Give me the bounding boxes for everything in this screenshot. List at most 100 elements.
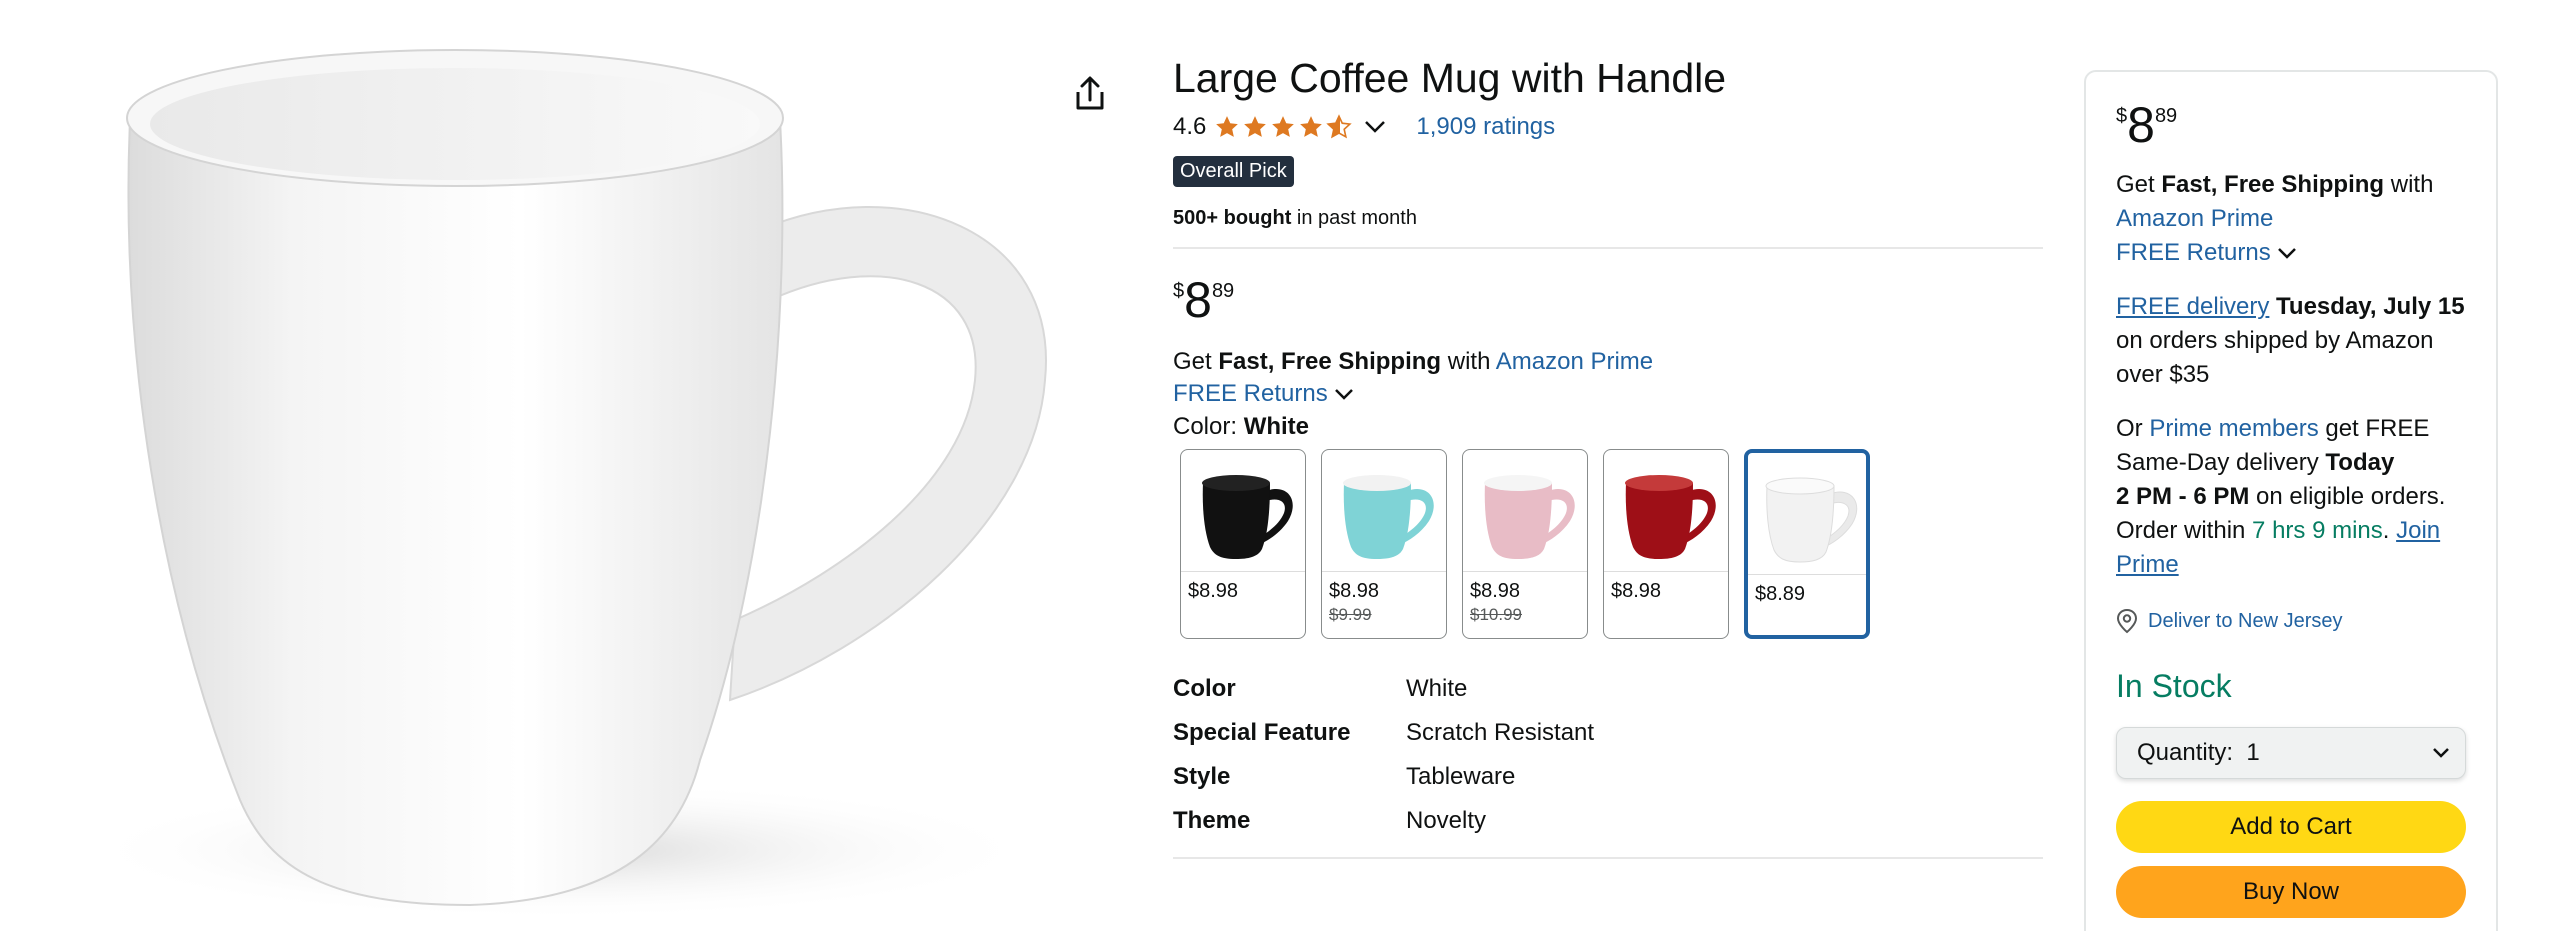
color-value: White <box>1243 413 1310 440</box>
swatch-price: $8.98 <box>1470 580 1521 602</box>
deliver-to-label: Deliver to New Jersey <box>2148 609 2343 632</box>
product-title: Large Coffee Mug with Handle <box>1173 55 1727 101</box>
swatch-price: $8.98 <box>1611 580 1662 602</box>
rating-row: 4.6 1,909 ratings <box>1173 110 2043 144</box>
deliver-to-link[interactable]: Deliver to New Jersey <box>2116 608 2466 634</box>
swatch-image <box>1181 450 1305 572</box>
spec-key: Color <box>1173 675 1236 702</box>
time-window: 2 PM - 6 PM <box>2116 483 2250 510</box>
product-details: Large Coffee Mug with Handle 4.6 1,909 r… <box>1173 50 2043 859</box>
spec-key: Style <box>1173 763 1231 790</box>
color-swatches: $8.98 $8.98 $9.99 $8.98 $10.99 $8.98 $8.… <box>1180 449 2043 639</box>
shipping-get: Get <box>2116 171 2162 198</box>
shipping-with: with <box>2384 171 2434 198</box>
swatch-image <box>1322 450 1446 572</box>
chevron-down-icon <box>1334 389 1353 400</box>
spec-row: Theme Novelty <box>1173 799 2043 843</box>
overall-pick-badge: Overall Pick <box>1173 156 1294 187</box>
swatch-image <box>1748 453 1866 575</box>
free-returns-label: FREE Returns <box>1173 380 1328 407</box>
quantity-text: Quantity: 1 <box>2137 739 2260 767</box>
swatch-price: $8.98 <box>1188 580 1239 602</box>
ratings-count-link[interactable]: 1,909 ratings <box>1416 113 1555 141</box>
delivery-info: FREE delivery Tuesday, July 15 on orders… <box>2116 290 2466 392</box>
bought-in-past-month: 500+ bought in past month <box>1173 207 2043 230</box>
price-fraction: 89 <box>2154 105 2178 127</box>
shipping-fast-free: Fast, Free Shipping <box>2161 171 2385 198</box>
shipping-with: with <box>1441 348 1496 375</box>
price-symbol: $ <box>1173 280 1185 302</box>
quantity-value: 1 <box>2246 739 2260 766</box>
spec-row: Color White <box>1173 667 2043 711</box>
color-selection: Color: White <box>1173 411 2043 443</box>
add-to-cart-button[interactable]: Add to Cart <box>2116 801 2466 853</box>
spec-value: Scratch Resistant <box>1406 719 1595 746</box>
swatch-black[interactable]: $8.98 <box>1180 449 1306 639</box>
color-label: Color: <box>1173 413 1244 440</box>
free-delivery-link[interactable]: FREE delivery <box>2116 293 2269 320</box>
product-image[interactable] <box>0 0 1060 931</box>
price: $ 8 89 <box>1173 275 2043 325</box>
swatch-image <box>1463 450 1587 572</box>
star-half-icon <box>1326 114 1353 139</box>
star-full-icon <box>1272 116 1295 137</box>
same-day-info: Or Prime members get FREE Same-Day deliv… <box>2116 412 2466 582</box>
swatch-turquoise[interactable]: $8.98 $9.99 <box>1321 449 1447 639</box>
shipping-fast-free: Fast, Free Shipping <box>1218 348 1442 375</box>
buy-box: $ 8 89 Get Fast, Free Shipping with Amaz… <box>2084 70 2498 931</box>
period-text: . <box>2382 517 2397 544</box>
chevron-down-icon <box>2433 748 2449 758</box>
swatch-pink[interactable]: $8.98 $10.99 <box>1462 449 1588 639</box>
buybox-price: $ 8 89 <box>2116 100 2466 150</box>
or-text: Or <box>2116 415 2150 442</box>
chevron-down-icon <box>2277 248 2296 259</box>
spec-value: Novelty <box>1406 807 1487 834</box>
prime-members-link[interactable]: Prime members <box>2149 415 2318 442</box>
today-text: Today <box>2325 449 2395 476</box>
quantity-select[interactable]: Quantity: 1 <box>2116 727 2466 779</box>
price-whole: 8 <box>2127 97 2155 153</box>
shipping-get: Get <box>1173 348 1219 375</box>
stock-status: In Stock <box>2116 668 2232 704</box>
delivery-date: Tuesday, July 15 <box>2276 293 2465 320</box>
shipping-info: Get Fast, Free Shipping with Amazon Prim… <box>1173 347 2043 377</box>
spec-key: Special Feature <box>1173 719 1351 746</box>
swatch-red[interactable]: $8.98 <box>1603 449 1729 639</box>
location-pin-icon <box>2116 608 2138 634</box>
swatch-image <box>1604 450 1728 572</box>
spec-value: Tableware <box>1406 763 1516 790</box>
swatch-white[interactable]: $8.89 <box>1744 449 1870 639</box>
free-returns-link[interactable]: FREE Returns <box>2116 236 2466 270</box>
free-returns-link[interactable]: FREE Returns <box>1173 377 2043 411</box>
amazon-prime-link[interactable]: Amazon Prime <box>2116 205 2273 232</box>
chevron-down-icon[interactable] <box>1364 120 1386 134</box>
swatch-old-price: $9.99 <box>1329 605 1372 624</box>
amazon-prime-link[interactable]: Amazon Prime <box>1496 348 1653 375</box>
spec-row: Special Feature Scratch Resistant <box>1173 711 2043 755</box>
price-symbol: $ <box>2116 105 2128 127</box>
divider <box>1173 857 2043 859</box>
spec-row: Style Tableware <box>1173 755 2043 799</box>
quantity-label: Quantity: <box>2137 739 2234 766</box>
specs-table: Color White Special Feature Scratch Resist… <box>1173 667 2043 843</box>
price-whole: 8 <box>1184 272 1212 328</box>
star-full-icon <box>1300 116 1323 137</box>
buybox-shipping: Get Fast, Free Shipping with Amazon Prim… <box>2116 168 2466 236</box>
star-rating-icon[interactable] <box>1214 114 1354 140</box>
buy-now-button[interactable]: Buy Now <box>2116 866 2466 918</box>
delivery-rest: on orders shipped by Amazon over $35 <box>2116 327 2434 388</box>
swatch-price: $8.89 <box>1755 583 1806 605</box>
share-icon[interactable] <box>1070 74 1114 118</box>
star-full-icon <box>1216 116 1239 137</box>
price-fraction: 89 <box>1211 280 1235 302</box>
bought-count: 500+ bought <box>1173 207 1292 229</box>
rating-value: 4.6 <box>1173 113 1207 140</box>
countdown: 7 hrs 9 mins <box>2252 517 2383 544</box>
swatch-price: $8.98 <box>1329 580 1380 602</box>
swatch-old-price: $10.99 <box>1470 605 1522 624</box>
spec-key: Theme <box>1173 807 1251 834</box>
divider <box>1173 247 2043 249</box>
bought-suffix: in past month <box>1291 207 1417 229</box>
free-returns-label: FREE Returns <box>2116 239 2271 266</box>
spec-value: White <box>1406 675 1468 702</box>
